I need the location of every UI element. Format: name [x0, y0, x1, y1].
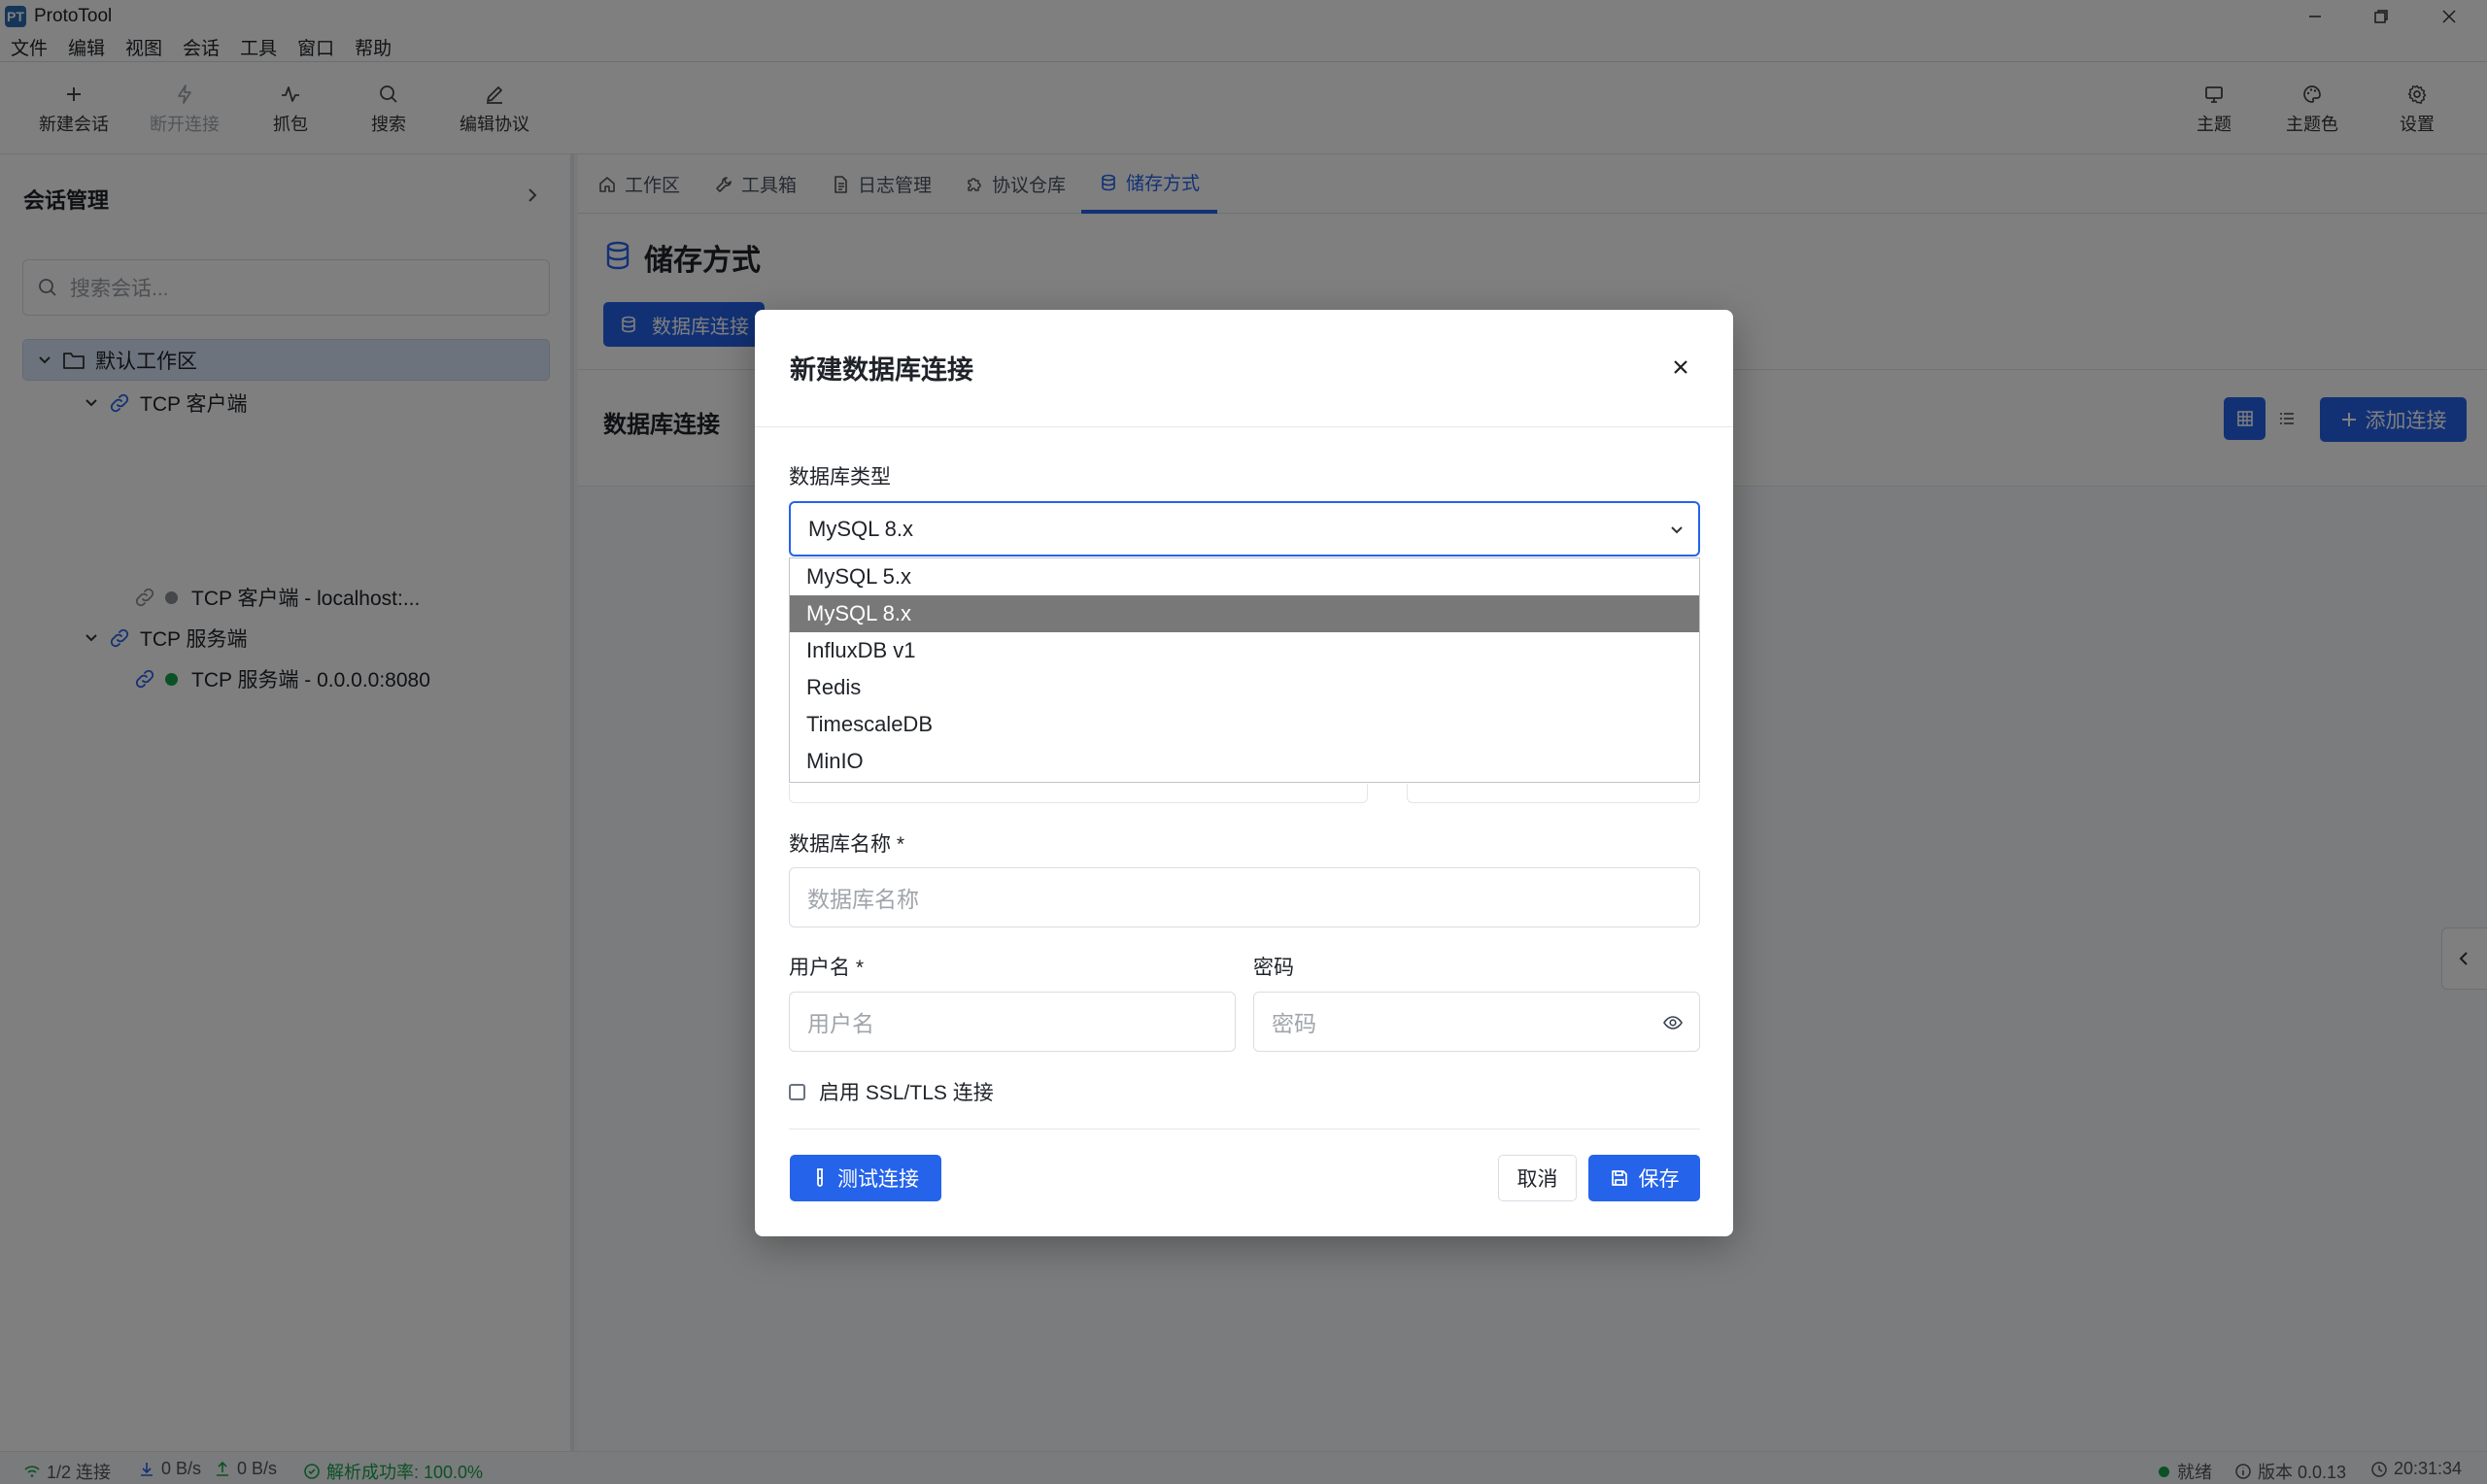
db-name-label: 数据库名称 *	[789, 833, 905, 856]
dialog-divider	[755, 426, 1733, 427]
dialog-footer-divider	[789, 1129, 1700, 1130]
eye-icon[interactable]	[1662, 1012, 1684, 1033]
db-option[interactable]: InfluxDB v1	[790, 632, 1699, 669]
db-option[interactable]: TimescaleDB	[790, 706, 1699, 743]
password-label: 密码	[1253, 957, 1294, 979]
host-input[interactable]	[789, 784, 1368, 803]
ssl-label: 启用 SSL/TLS 连接	[819, 1082, 994, 1104]
cancel-button[interactable]: 取消	[1498, 1155, 1577, 1201]
username-placeholder: 用户名	[807, 1011, 874, 1036]
ssl-option[interactable]: 启用 SSL/TLS 连接	[789, 1077, 994, 1106]
chevron-down-icon	[1671, 526, 1683, 534]
db-option[interactable]: MinIO	[790, 743, 1699, 780]
test-connection-label: 测试连接	[837, 1168, 919, 1191]
test-connection-button[interactable]: 测试连接	[790, 1155, 941, 1201]
save-label: 保存	[1638, 1168, 1680, 1191]
db-type-label: 数据库类型	[789, 466, 891, 489]
close-icon	[1674, 360, 1687, 374]
dialog-close-button[interactable]	[1666, 353, 1695, 382]
db-type-select[interactable]: MySQL 8.x	[789, 501, 1700, 556]
username-input[interactable]: 用户名	[789, 992, 1236, 1052]
dialog-title: 新建数据库连接	[790, 355, 973, 385]
db-option-selected[interactable]: MySQL 8.x	[790, 595, 1699, 632]
username-label: 用户名 *	[789, 957, 865, 979]
db-name-input[interactable]: 数据库名称	[789, 867, 1700, 928]
save-button[interactable]: 保存	[1588, 1155, 1700, 1201]
new-db-connection-dialog: 新建数据库连接 数据库类型 MySQL 8.x MySQL 5.x MySQL …	[755, 310, 1733, 1236]
ssl-checkbox[interactable]	[789, 1083, 805, 1100]
db-option[interactable]: MySQL 5.x	[790, 558, 1699, 595]
db-option[interactable]: Redis	[790, 669, 1699, 706]
password-placeholder: 密码	[1272, 1011, 1316, 1036]
password-input[interactable]: 密码	[1253, 992, 1700, 1052]
db-name-placeholder: 数据库名称	[807, 887, 919, 912]
cancel-label: 取消	[1516, 1168, 1558, 1191]
db-type-value: MySQL 8.x	[808, 516, 913, 541]
db-type-dropdown: MySQL 5.x MySQL 8.x InfluxDB v1 Redis Ti…	[789, 557, 1700, 783]
port-input[interactable]	[1407, 784, 1700, 803]
save-icon	[1611, 1170, 1627, 1186]
test-tube-icon	[817, 1168, 823, 1187]
